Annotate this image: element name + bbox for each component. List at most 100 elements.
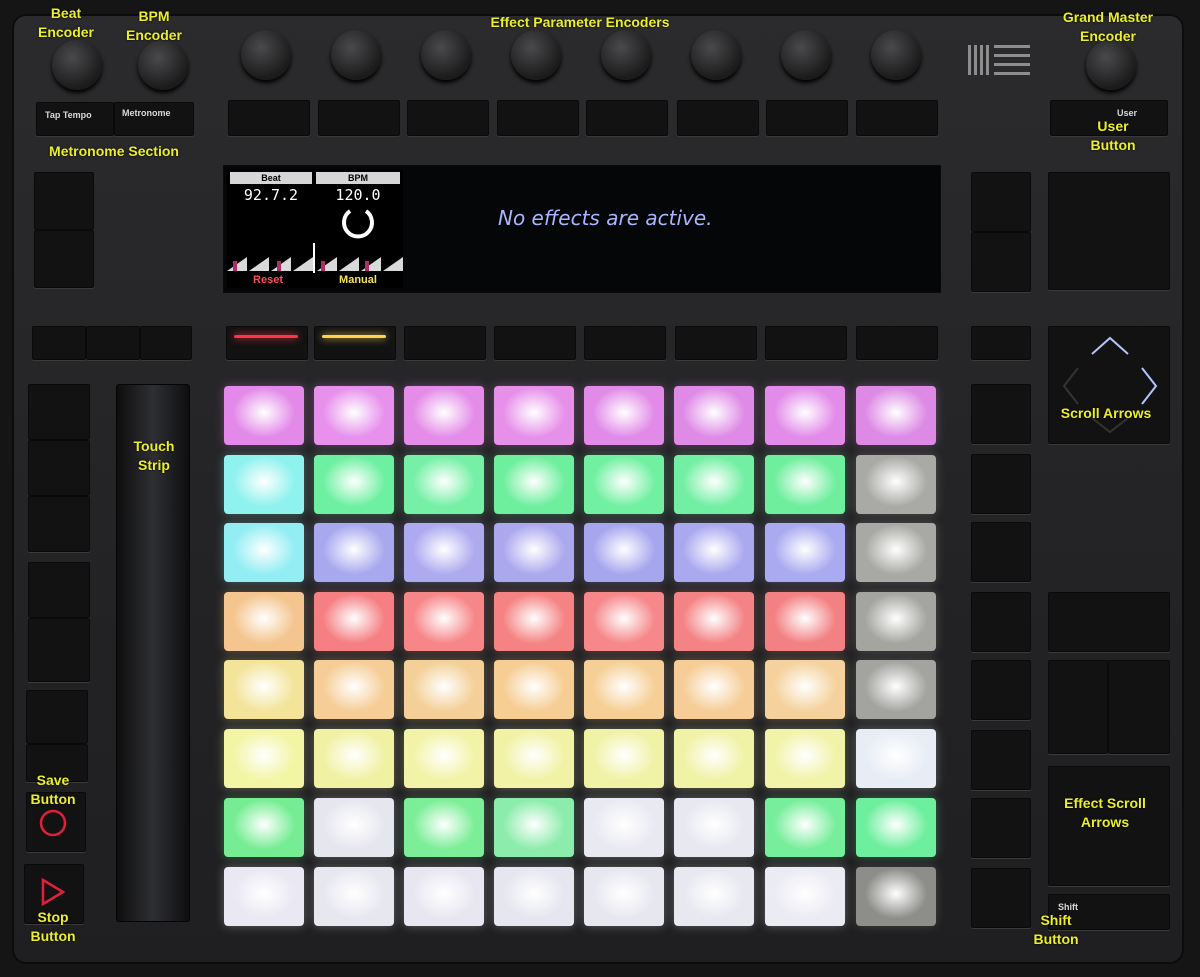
quantize-button[interactable] [28, 496, 90, 552]
right-lower-button-2[interactable] [1048, 660, 1108, 754]
scene-button-3[interactable] [971, 522, 1031, 582]
pad-r8-c8[interactable] [856, 867, 936, 926]
duplicate-button[interactable] [28, 562, 90, 618]
pad-r7-c5[interactable] [584, 798, 664, 857]
pad-r4-c7[interactable] [765, 592, 845, 651]
pad-r6-c1[interactable] [224, 729, 304, 788]
upper-display-button-2[interactable] [318, 100, 400, 136]
scene-button-4[interactable] [971, 592, 1031, 652]
pad-r8-c5[interactable] [584, 867, 664, 926]
pad-r4-c4[interactable] [494, 592, 574, 651]
pad-r7-c8[interactable] [856, 798, 936, 857]
pad-r3-c1[interactable] [224, 523, 304, 582]
upper-display-button-3[interactable] [407, 100, 489, 136]
pad-r8-c7[interactable] [765, 867, 845, 926]
pad-r1-c2[interactable] [314, 386, 394, 445]
upper-display-button-1[interactable] [228, 100, 310, 136]
pad-r2-c8[interactable] [856, 455, 936, 514]
pad-r4-c2[interactable] [314, 592, 394, 651]
pad-r8-c3[interactable] [404, 867, 484, 926]
pad-r3-c6[interactable] [674, 523, 754, 582]
grand-master-encoder[interactable] [1086, 40, 1136, 90]
scene-button-1[interactable] [971, 384, 1031, 444]
pad-r6-c5[interactable] [584, 729, 664, 788]
pad-r8-c4[interactable] [494, 867, 574, 926]
lower-display-button-4[interactable] [494, 326, 576, 360]
pad-r7-c1[interactable] [224, 798, 304, 857]
lower-display-button-2[interactable] [314, 326, 396, 360]
new-button[interactable] [28, 618, 90, 682]
pad-r7-c7[interactable] [765, 798, 845, 857]
effect-parameter-encoder-8[interactable] [871, 30, 921, 80]
lower-display-button-7[interactable] [765, 326, 847, 360]
scene-button-8[interactable] [971, 868, 1031, 928]
pad-r6-c7[interactable] [765, 729, 845, 788]
pad-r3-c5[interactable] [584, 523, 664, 582]
pad-r3-c4[interactable] [494, 523, 574, 582]
upper-display-button-7[interactable] [766, 100, 848, 136]
pad-r5-c1[interactable] [224, 660, 304, 719]
pad-r6-c3[interactable] [404, 729, 484, 788]
right-lower-button-1[interactable] [1048, 592, 1170, 652]
right-button-1[interactable] [971, 172, 1031, 232]
double-loop-button[interactable] [28, 440, 90, 496]
pad-r5-c4[interactable] [494, 660, 574, 719]
pad-r2-c3[interactable] [404, 455, 484, 514]
lower-display-button-6[interactable] [675, 326, 757, 360]
pad-r1-c7[interactable] [765, 386, 845, 445]
pad-r1-c1[interactable] [224, 386, 304, 445]
lower-display-button-3[interactable] [404, 326, 486, 360]
pad-r8-c2[interactable] [314, 867, 394, 926]
pad-r8-c6[interactable] [674, 867, 754, 926]
right-button-2[interactable] [971, 232, 1031, 292]
pad-r1-c5[interactable] [584, 386, 664, 445]
pad-r5-c2[interactable] [314, 660, 394, 719]
pad-r4-c8[interactable] [856, 592, 936, 651]
right-top-row-button[interactable] [971, 326, 1031, 360]
pad-r5-c3[interactable] [404, 660, 484, 719]
pad-r6-c4[interactable] [494, 729, 574, 788]
effect-parameter-encoder-1[interactable] [241, 30, 291, 80]
pad-r3-c2[interactable] [314, 523, 394, 582]
scene-button-7[interactable] [971, 798, 1031, 858]
pad-r4-c1[interactable] [224, 592, 304, 651]
pad-r7-c6[interactable] [674, 798, 754, 857]
effect-parameter-encoder-3[interactable] [421, 30, 471, 80]
upper-display-button-5[interactable] [586, 100, 668, 136]
scene-button-5[interactable] [971, 660, 1031, 720]
beat-encoder[interactable] [52, 40, 102, 90]
pad-r8-c1[interactable] [224, 867, 304, 926]
scene-button-2[interactable] [971, 454, 1031, 514]
fixed-length-button[interactable] [26, 690, 88, 744]
pad-r5-c7[interactable] [765, 660, 845, 719]
pad-r2-c2[interactable] [314, 455, 394, 514]
scene-button-6[interactable] [971, 730, 1031, 790]
pad-r4-c3[interactable] [404, 592, 484, 651]
upper-display-button-8[interactable] [856, 100, 938, 136]
pad-r4-c5[interactable] [584, 592, 664, 651]
pad-r1-c8[interactable] [856, 386, 936, 445]
pad-r6-c2[interactable] [314, 729, 394, 788]
pad-r1-c4[interactable] [494, 386, 574, 445]
pad-r7-c3[interactable] [404, 798, 484, 857]
convert-button[interactable] [28, 384, 90, 440]
pad-r7-c2[interactable] [314, 798, 394, 857]
pad-r1-c6[interactable] [674, 386, 754, 445]
pad-r4-c6[interactable] [674, 592, 754, 651]
bpm-encoder[interactable] [138, 40, 188, 90]
mute-button[interactable] [32, 326, 86, 360]
pad-r5-c5[interactable] [584, 660, 664, 719]
effect-parameter-encoder-5[interactable] [601, 30, 651, 80]
pad-r5-c8[interactable] [856, 660, 936, 719]
pad-r1-c3[interactable] [404, 386, 484, 445]
pad-r2-c7[interactable] [765, 455, 845, 514]
pad-r2-c4[interactable] [494, 455, 574, 514]
left-button-2[interactable] [34, 230, 94, 288]
pad-r3-c8[interactable] [856, 523, 936, 582]
effect-parameter-encoder-2[interactable] [331, 30, 381, 80]
lower-display-button-1[interactable] [226, 326, 308, 360]
right-block-button[interactable] [1048, 172, 1170, 290]
pad-r7-c4[interactable] [494, 798, 574, 857]
left-button-1[interactable] [34, 172, 94, 230]
pad-r6-c6[interactable] [674, 729, 754, 788]
